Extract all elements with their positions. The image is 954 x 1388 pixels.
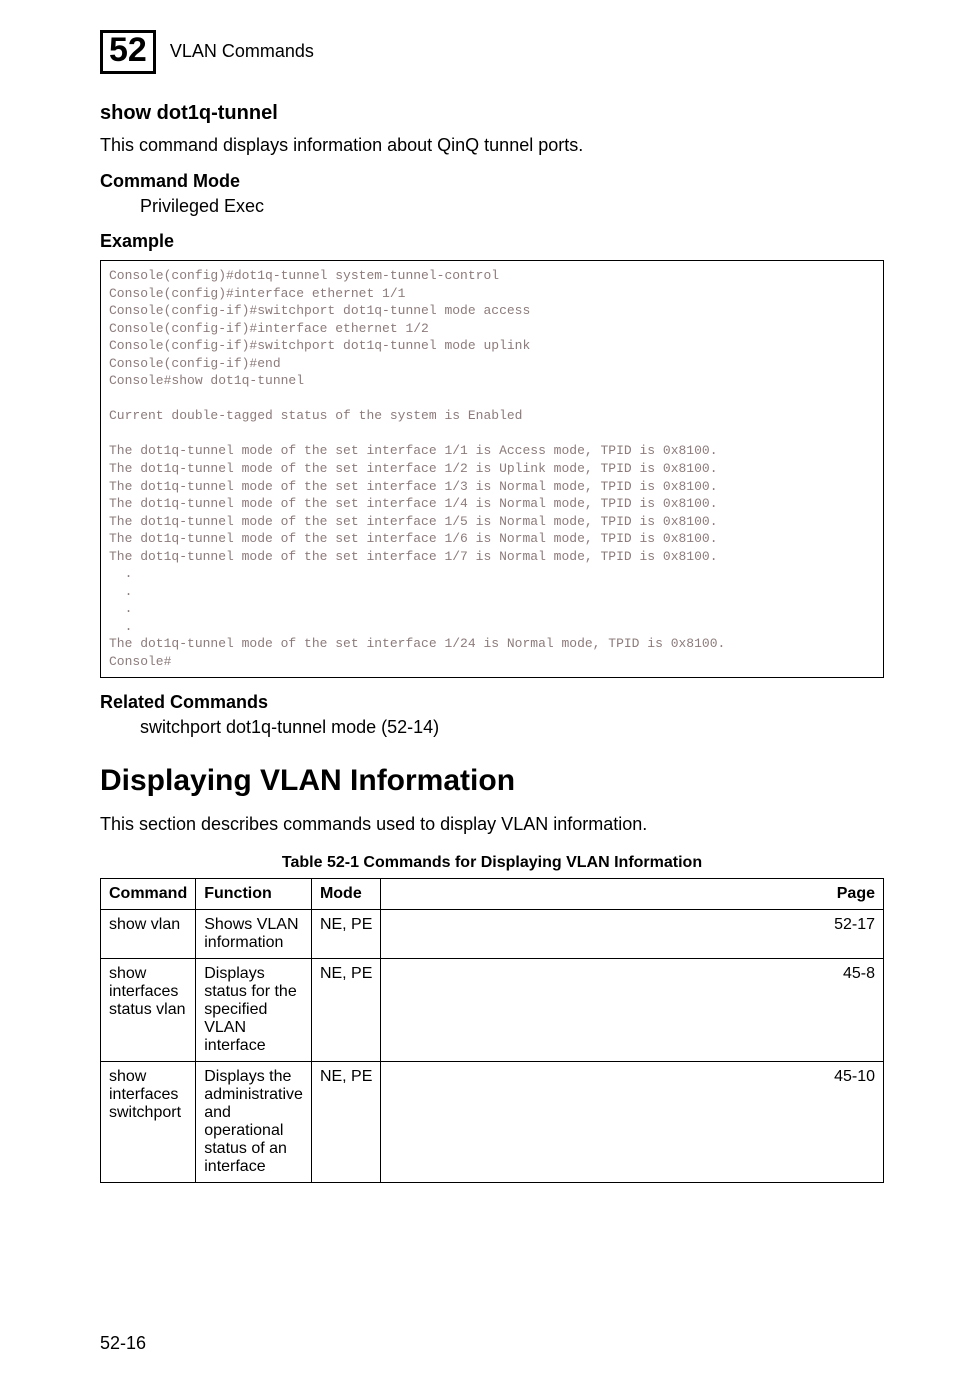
related-commands-value: switchport dot1q-tunnel mode (52-14) [140, 717, 884, 738]
cell-mode: NE, PE [311, 1061, 380, 1182]
cell-page: 45-8 [381, 958, 884, 1061]
th-mode: Mode [311, 878, 380, 909]
cell-mode: NE, PE [311, 909, 380, 958]
table-row: show vlan Shows VLAN information NE, PE … [101, 909, 884, 958]
example-code-block: Console(config)#dot1q-tunnel system-tunn… [100, 260, 884, 678]
cell-command: show interfaces switchport [101, 1061, 196, 1182]
vlan-info-table: Command Function Mode Page show vlan Sho… [100, 878, 884, 1183]
th-function: Function [196, 878, 312, 909]
cell-page: 45-10 [381, 1061, 884, 1182]
table-row: show interfaces status vlan Displays sta… [101, 958, 884, 1061]
command-mode-value: Privileged Exec [140, 196, 884, 217]
cell-function: Displays status for the specified VLAN i… [196, 958, 312, 1061]
cell-command: show vlan [101, 909, 196, 958]
table-row: show interfaces switchport Displays the … [101, 1061, 884, 1182]
th-page: Page [381, 878, 884, 909]
section-title: show dot1q-tunnel [100, 102, 884, 125]
th-command: Command [101, 878, 196, 909]
page-number: 52-16 [100, 1333, 146, 1354]
chapter-title: VLAN Commands [170, 41, 314, 62]
cell-function: Displays the administrative and operatio… [196, 1061, 312, 1182]
chapter-number-box: 52 [100, 30, 156, 74]
chapter-header: 52 VLAN Commands [100, 30, 884, 74]
displaying-vlan-description: This section describes commands used to … [100, 812, 884, 836]
displaying-vlan-heading: Displaying VLAN Information [100, 764, 884, 798]
related-commands-heading: Related Commands [100, 692, 884, 713]
cell-command: show interfaces status vlan [101, 958, 196, 1061]
cell-page: 52-17 [381, 909, 884, 958]
page-container: 52 VLAN Commands show dot1q-tunnel This … [0, 0, 954, 1388]
command-mode-heading: Command Mode [100, 171, 884, 192]
table-caption: Table 52-1 Commands for Displaying VLAN … [100, 854, 884, 872]
section-description: This command displays information about … [100, 133, 884, 157]
cell-mode: NE, PE [311, 958, 380, 1061]
example-heading: Example [100, 231, 884, 252]
table-header-row: Command Function Mode Page [101, 878, 884, 909]
cell-function: Shows VLAN information [196, 909, 312, 958]
